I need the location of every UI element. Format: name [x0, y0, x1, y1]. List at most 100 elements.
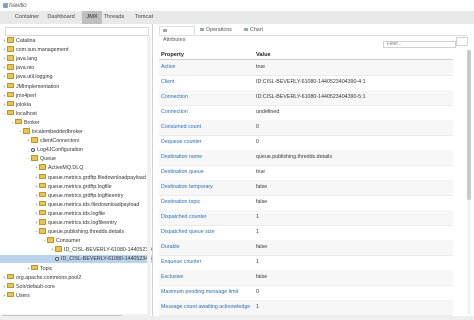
nav-tab-threads[interactable]: Threads: [102, 11, 126, 24]
nav-tab-tomcat[interactable]: Tomcat: [131, 11, 157, 24]
tree-node-label: queue.metrics.grdftp.logfileentry: [48, 192, 124, 199]
tree-node[interactable]: + queue.metrics.grdftp.logfile: [0, 182, 112, 191]
folder-icon: [7, 73, 14, 79]
folder-icon: [39, 164, 46, 170]
table-row[interactable]: Dispatched queue size 1: [159, 225, 453, 241]
table-row[interactable]: Destination name queue.publishing.thredds…: [159, 150, 453, 166]
table-row[interactable]: Connection ID:CISL-BEVERLY-61080-14405234…: [159, 90, 453, 106]
folder-icon: [7, 64, 14, 70]
property-name[interactable]: Destination temporary: [161, 180, 213, 195]
folder-icon: [31, 137, 38, 143]
property-name[interactable]: Destination topic: [161, 195, 200, 210]
table-row[interactable]: Dequeue counter 0: [159, 135, 453, 151]
property-value: true: [256, 64, 266, 70]
tree-node[interactable]: − localhost: [0, 109, 37, 118]
tree-node[interactable]: − Queue: [0, 155, 56, 163]
table-row[interactable]: Dispatched counter 1: [159, 210, 453, 226]
property-column-header[interactable]: Property: [161, 52, 184, 58]
attributes-filter-input[interactable]: [383, 41, 456, 48]
tab-chart[interactable]: Chart: [241, 26, 267, 35]
tree-node[interactable]: − localembeddedbroker: [0, 128, 83, 136]
tree-node[interactable]: + com.sun.management: [0, 46, 68, 54]
tree-node[interactable]: + JMImplementation: [0, 82, 59, 91]
table-row[interactable]: Enqueue counter 1: [159, 255, 453, 271]
tree-node[interactable]: + java.nio: [0, 64, 34, 72]
tab-operations[interactable]: Operations: [197, 26, 239, 35]
table-row[interactable]: Message count awaiting acknowledge 1: [159, 300, 453, 316]
table-row[interactable]: Durable false: [159, 240, 453, 256]
table-row[interactable]: Destination temporary false: [159, 180, 453, 196]
table-header: Property Value: [159, 50, 453, 60]
property-name[interactable]: Consumed count: [161, 120, 201, 135]
property-name[interactable]: Durable: [161, 240, 180, 255]
table-scroll-thumb[interactable]: [467, 50, 471, 200]
folder-icon: [39, 228, 46, 234]
main-nav: Container Dashboard JMX Threads Tomcat: [0, 11, 474, 25]
table-scrollbar[interactable]: [467, 50, 471, 314]
tab-attributes[interactable]: Attributes: [159, 26, 195, 43]
table-row[interactable]: Client ID:CISL-BEVERLY-61080-144052340439…: [159, 75, 453, 91]
tree-node[interactable]: − Broker: [0, 118, 40, 127]
property-value: 0: [256, 139, 259, 145]
tree-node-label: ActiveMQ.DLQ: [48, 165, 84, 172]
tree-node[interactable]: Log4JConfiguration: [0, 146, 83, 154]
tree-node[interactable]: + queue.metrics.grdftp.filedownloadpayloa…: [0, 173, 146, 182]
property-name[interactable]: Active: [161, 60, 175, 75]
tree-node[interactable]: + queue.metrics.tds.logfile: [0, 209, 105, 218]
grid-settings-button[interactable]: [456, 37, 468, 46]
tree-node[interactable]: + queue.metrics.tds.logfileentry: [0, 219, 117, 227]
tree-filter-input[interactable]: [5, 27, 149, 36]
table-row[interactable]: Active true: [159, 60, 453, 76]
property-name[interactable]: Connection: [161, 90, 188, 105]
property-name[interactable]: Dispatched counter: [161, 210, 207, 225]
table-row[interactable]: Consumed count 0: [159, 120, 453, 136]
property-name[interactable]: Enqueue counter: [161, 255, 201, 270]
tree-node-label: Consumer: [56, 238, 81, 245]
tree-node-label: java.util.logging: [16, 74, 53, 81]
property-value: 0: [256, 289, 259, 295]
tree-node[interactable]: + org.apache.commons.pool2: [0, 273, 81, 282]
property-name[interactable]: Exclusive: [161, 270, 183, 285]
tree-node[interactable]: +ID_CISL-BEVERLY-61080-1440523404390-4:1: [0, 246, 152, 254]
property-name[interactable]: Message count awaiting acknowledge: [161, 300, 250, 315]
property-name[interactable]: Destination queue: [161, 165, 204, 180]
app-logo[interactable]: hawtio: [3, 2, 27, 9]
detail-tabs: Attributes Operations Chart: [159, 26, 467, 43]
nav-tab-jmx[interactable]: JMX: [82, 11, 102, 24]
property-name[interactable]: Client: [161, 75, 175, 90]
table-row[interactable]: Connection undefined: [159, 105, 453, 121]
tree-node[interactable]: + Catalina: [0, 37, 35, 45]
tree-node[interactable]: + queue.metrics.tds.filedownloadpayload: [0, 200, 140, 209]
tree-node-label: com.sun.management: [16, 47, 69, 54]
tree-vertical-scrollbar[interactable]: [147, 36, 151, 316]
nav-tab-dashboard[interactable]: Dashboard: [44, 11, 78, 24]
tree-node[interactable]: + java.util.logging: [0, 73, 53, 81]
table-row[interactable]: Destination topic false: [159, 195, 453, 211]
tree-node[interactable]: + clientConnectors: [0, 137, 79, 145]
tree-node[interactable]: − queue.publishing.thredds.details: [0, 228, 124, 236]
tree-node[interactable]: ID_CISL-BEVERLY-61080-1440523404390-: [0, 255, 152, 264]
table-row[interactable]: Exclusive false: [159, 270, 453, 286]
tree-node[interactable]: + Topic: [0, 264, 52, 273]
property-name[interactable]: Maximum pending message limit: [161, 285, 238, 300]
tree-node[interactable]: + queue.metrics.grdftp.logfileentry: [0, 191, 124, 200]
property-name[interactable]: Dequeue counter: [161, 135, 202, 150]
folder-icon: [7, 109, 14, 116]
tree-node[interactable]: + ActiveMQ.DLQ: [0, 164, 83, 172]
property-value: true: [256, 169, 266, 175]
property-name[interactable]: Dispatched queue size: [161, 225, 215, 240]
property-name[interactable]: Connection: [161, 105, 188, 120]
folder-icon: [39, 200, 46, 207]
tree-node-label: queue.metrics.tds.filedownloadpayload: [48, 201, 140, 208]
table-row[interactable]: Maximum pending message limit 0: [159, 285, 453, 301]
tree-node[interactable]: + jmx4perl: [0, 91, 36, 100]
tree-node[interactable]: + jolokia: [0, 100, 31, 109]
tree-node[interactable]: + Users: [0, 291, 30, 300]
property-name[interactable]: Destination name: [161, 150, 202, 165]
tree-node[interactable]: + Solr/default-core: [0, 282, 55, 291]
value-column-header[interactable]: Value: [256, 52, 271, 58]
tree-node[interactable]: − Consumer: [0, 237, 80, 245]
tree-node[interactable]: + java.lang: [0, 55, 37, 63]
nav-tab-container[interactable]: Container: [10, 11, 44, 24]
table-row[interactable]: Destination queue true: [159, 165, 453, 181]
